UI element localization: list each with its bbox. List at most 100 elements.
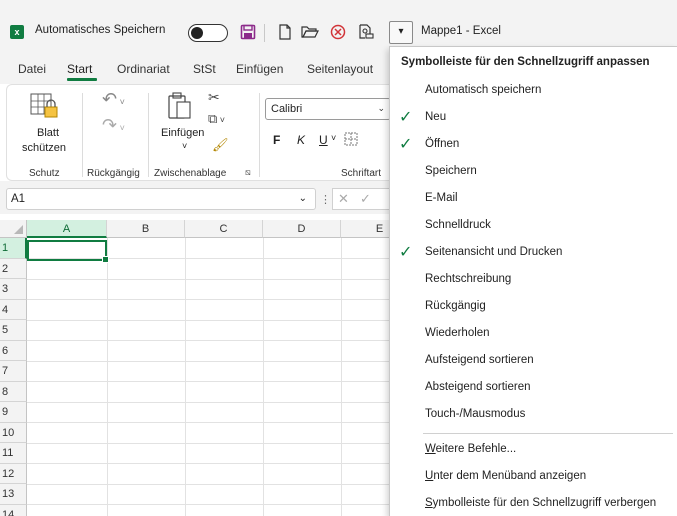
- autosave-toggle[interactable]: [188, 24, 228, 42]
- row-header[interactable]: 7: [0, 361, 27, 382]
- checkmark-icon: ✓: [399, 244, 413, 261]
- customize-qat-menu: Symbolleiste für den Schnellzugriff anpa…: [389, 46, 677, 516]
- row-header[interactable]: 2: [0, 258, 27, 279]
- cancel-icon[interactable]: ✕: [338, 191, 349, 207]
- row-header[interactable]: 13: [0, 484, 27, 505]
- open-folder-icon[interactable]: [300, 22, 320, 42]
- print-preview-icon[interactable]: [356, 22, 376, 42]
- checkmark-icon: ✓: [399, 109, 413, 126]
- menu-item-label: Seitenansicht und Drucken: [425, 246, 563, 258]
- italic-button[interactable]: K: [297, 133, 305, 147]
- menu-item-automatisch-speichern[interactable]: Automatisch speichern: [390, 77, 677, 104]
- menu-item-verbergen[interactable]: Symbolleiste für den Schnellzugriff verb…: [390, 490, 677, 516]
- tab-einfuegen[interactable]: Einfügen: [236, 62, 283, 76]
- toolbar-divider: [264, 24, 265, 42]
- column-header-b[interactable]: B: [107, 220, 185, 238]
- menu-item-speichern[interactable]: Speichern: [390, 158, 677, 185]
- group-divider: [148, 93, 149, 177]
- row-header[interactable]: 5: [0, 320, 27, 341]
- paste-label[interactable]: Einfügen: [161, 127, 204, 139]
- toggle-knob: [191, 27, 203, 39]
- group-label-zwischenablage: Zwischenablage: [154, 168, 227, 179]
- protect-sheet-label-2[interactable]: schützen: [22, 142, 66, 154]
- column-header-d[interactable]: D: [263, 220, 341, 238]
- row-header[interactable]: 4: [0, 299, 27, 320]
- row-header[interactable]: 12: [0, 463, 27, 484]
- menu-item-label: Rückgängig: [425, 300, 486, 312]
- email-icon[interactable]: [328, 22, 348, 42]
- menu-item-touch-mausmodus[interactable]: Touch-/Mausmodus: [390, 401, 677, 428]
- save-icon[interactable]: [238, 22, 258, 42]
- menu-item-neu[interactable]: ✓ Neu: [390, 104, 677, 131]
- paste-icon[interactable]: [167, 91, 193, 124]
- row-header[interactable]: 10: [0, 422, 27, 443]
- menu-item-wiederholen[interactable]: Wiederholen: [390, 320, 677, 347]
- autosave-label: Automatisches Speichern: [35, 24, 166, 36]
- redo-icon[interactable]: ↷ ˅: [102, 115, 125, 136]
- tab-stst[interactable]: StSt: [193, 62, 216, 76]
- menu-item-label: E-Mail: [425, 192, 458, 204]
- menu-item-label: Aufsteigend sortieren: [425, 354, 534, 366]
- enter-icon[interactable]: ✓: [360, 191, 371, 207]
- menu-item-rechtschreibung[interactable]: Rechtschreibung: [390, 266, 677, 293]
- active-cell-a1[interactable]: [27, 240, 109, 263]
- more-options-icon[interactable]: ⋮: [320, 193, 331, 206]
- tab-start[interactable]: Start: [67, 62, 92, 76]
- format-painter-icon[interactable]: 🖌: [212, 137, 229, 153]
- row-header[interactable]: 3: [0, 279, 27, 300]
- menu-item-weitere-befehle[interactable]: Weitere Befehle...: [390, 436, 677, 463]
- menu-item-label: Neu: [425, 111, 447, 123]
- row-header[interactable]: 8: [0, 381, 27, 402]
- bold-button[interactable]: F: [273, 133, 280, 147]
- menu-item-label: Unter dem Menüband anzeigen: [425, 470, 586, 482]
- tab-seitenlayout[interactable]: Seitenlayout: [307, 62, 373, 76]
- protect-sheet-label-1[interactable]: Blatt: [37, 127, 59, 139]
- undo-icon[interactable]: ↶ ˅: [102, 89, 125, 110]
- chevron-down-icon: ⌄: [298, 193, 307, 204]
- column-header-c[interactable]: C: [185, 220, 263, 238]
- row-header[interactable]: 9: [0, 402, 27, 423]
- menu-item-email[interactable]: E-Mail: [390, 185, 677, 212]
- menu-item-rueckgaengig[interactable]: Rückgängig: [390, 293, 677, 320]
- dialog-launcher-icon[interactable]: ⧅: [245, 167, 251, 178]
- group-divider: [259, 93, 260, 177]
- group-label-rueckgaengig: Rückgängig: [87, 168, 140, 179]
- font-name-select[interactable]: Calibri ⌄: [265, 98, 391, 120]
- access-key: W: [425, 443, 436, 455]
- menu-item-label: Schnelldruck: [425, 219, 491, 231]
- tab-datei[interactable]: Datei: [18, 62, 46, 76]
- borders-icon[interactable]: [344, 132, 358, 149]
- active-tab-indicator: [67, 78, 97, 81]
- select-all-button[interactable]: [0, 220, 27, 238]
- menu-item-seitenansicht[interactable]: ✓ Seitenansicht und Drucken: [390, 239, 677, 266]
- menu-item-unter-menueband[interactable]: Unter dem Menüband anzeigen: [390, 463, 677, 490]
- name-box[interactable]: A1 ⌄: [6, 188, 316, 210]
- font-name-value: Calibri: [271, 103, 303, 115]
- row-header[interactable]: 1: [0, 238, 27, 259]
- underline-dropdown-chevron[interactable]: ˅: [331, 133, 336, 143]
- cut-icon[interactable]: ✂: [208, 89, 220, 106]
- row-header[interactable]: 14: [0, 504, 27, 516]
- menu-item-text: eitere Befehle...: [435, 443, 517, 455]
- window-title: Mappe1 - Excel: [421, 25, 501, 37]
- column-header-a[interactable]: A: [27, 220, 107, 238]
- row-header[interactable]: 11: [0, 443, 27, 464]
- name-box-value: A1: [11, 193, 26, 205]
- menu-item-label: Öffnen: [425, 138, 460, 150]
- copy-icon[interactable]: ⧉ ˅: [208, 111, 225, 127]
- new-file-icon[interactable]: [275, 22, 295, 42]
- customize-qat-dropdown-button[interactable]: ▾: [389, 21, 413, 44]
- menu-item-aufsteigend[interactable]: Aufsteigend sortieren: [390, 347, 677, 374]
- group-label-schutz: Schutz: [29, 168, 60, 179]
- underline-button[interactable]: U: [319, 133, 328, 147]
- paste-dropdown-chevron[interactable]: ˅: [182, 141, 187, 151]
- menu-item-oeffnen[interactable]: ✓ Öffnen: [390, 131, 677, 158]
- gridline: [185, 238, 186, 516]
- tab-ordinariat[interactable]: Ordinariat: [117, 62, 170, 76]
- menu-item-schnelldruck[interactable]: Schnelldruck: [390, 212, 677, 239]
- menu-item-absteigend[interactable]: Absteigend sortieren: [390, 374, 677, 401]
- checkmark-icon: ✓: [399, 136, 413, 153]
- menu-item-label: Symbolleiste für den Schnellzugriff verb…: [425, 497, 656, 509]
- menu-item-label: Absteigend sortieren: [425, 381, 531, 393]
- row-header[interactable]: 6: [0, 340, 27, 361]
